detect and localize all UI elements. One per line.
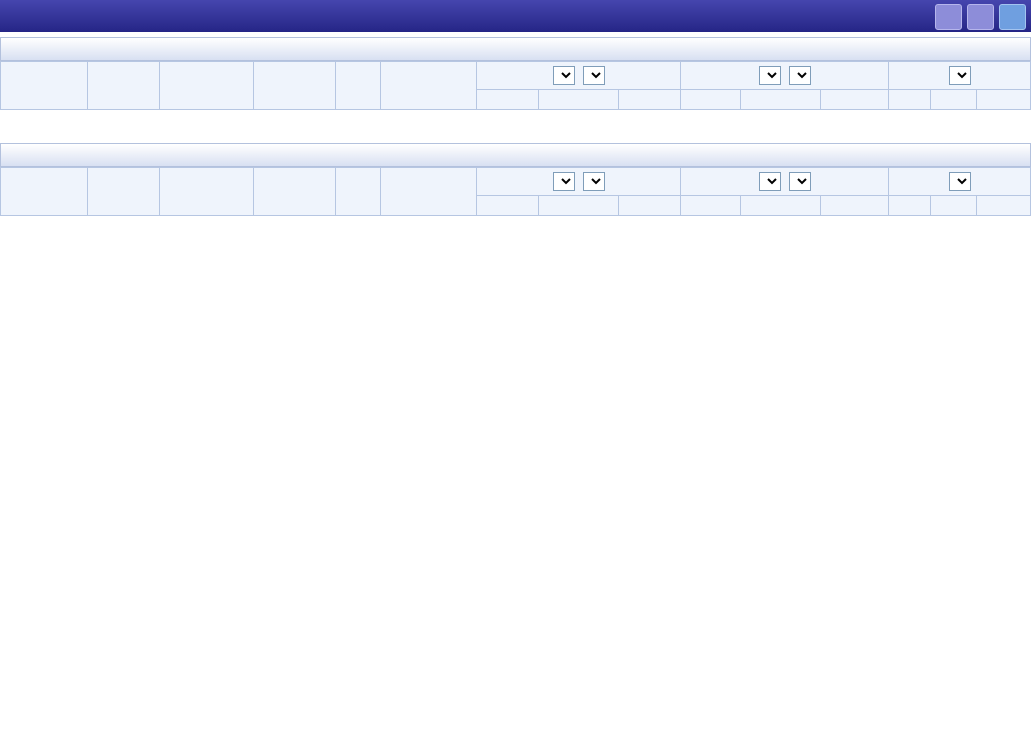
col-header-result-handicap: [930, 195, 977, 216]
col-header-avg-away: [820, 195, 889, 216]
col-header-odds-home: [476, 89, 539, 110]
col-header-away: [380, 167, 477, 216]
titlebar-buttons: [935, 4, 1026, 30]
odds-group-header: [476, 167, 681, 196]
col-header-result-outcome: [888, 195, 931, 216]
odds-group-header: [476, 61, 681, 90]
col-header-avg-draw: [740, 89, 821, 110]
col-header-type: [0, 61, 88, 110]
titlebar: [0, 0, 1031, 32]
odds-source-select[interactable]: [582, 172, 605, 191]
col-header-avg-draw: [740, 195, 821, 216]
odds-company-select[interactable]: [552, 172, 575, 191]
col-header-avg-home: [680, 195, 741, 216]
scroll-down-button[interactable]: [967, 4, 994, 30]
scroll-up-button[interactable]: [935, 4, 962, 30]
section-frankfurt: [0, 37, 1031, 132]
section-dortmund: [0, 143, 1031, 238]
col-header-odds-handicap: [538, 195, 619, 216]
col-header-type: [0, 167, 88, 216]
close-button[interactable]: [999, 4, 1026, 30]
avg-group-header: [680, 167, 889, 196]
col-header-result-handicap: [930, 89, 977, 110]
col-header-home: [159, 167, 254, 216]
summary-line: [0, 110, 1031, 132]
col-header-result-goals: [976, 89, 1031, 110]
section-header-bar: [0, 143, 1031, 167]
col-header-odds-home: [476, 195, 539, 216]
summary-line: [0, 216, 1031, 238]
results-table: [0, 167, 1031, 216]
col-header-score: [253, 167, 336, 216]
avg-source-select[interactable]: [788, 172, 811, 191]
col-header-odds-handicap: [538, 89, 619, 110]
col-header-corner: [335, 167, 381, 216]
results-table: [0, 61, 1031, 110]
col-header-result-outcome: [888, 89, 931, 110]
col-header-avg-away: [820, 89, 889, 110]
col-header-avg-home: [680, 89, 741, 110]
avg-company-select[interactable]: [758, 66, 781, 85]
avg-company-select[interactable]: [758, 172, 781, 191]
col-header-score: [253, 61, 336, 110]
avg-source-select[interactable]: [788, 66, 811, 85]
col-header-date: [87, 61, 160, 110]
fullmatch-select[interactable]: [948, 172, 971, 191]
avg-group-header: [680, 61, 889, 90]
fullmatch-select[interactable]: [948, 66, 971, 85]
col-header-away: [380, 61, 477, 110]
col-header-odds-away: [618, 195, 681, 216]
col-header-corner: [335, 61, 381, 110]
section-header-bar: [0, 37, 1031, 61]
col-header-home: [159, 61, 254, 110]
full-group-header: [888, 167, 1031, 196]
odds-company-select[interactable]: [552, 66, 575, 85]
recent-results-window: [0, 0, 1031, 238]
odds-source-select[interactable]: [582, 66, 605, 85]
full-group-header: [888, 61, 1031, 90]
col-header-date: [87, 167, 160, 216]
col-header-result-goals: [976, 195, 1031, 216]
col-header-odds-away: [618, 89, 681, 110]
